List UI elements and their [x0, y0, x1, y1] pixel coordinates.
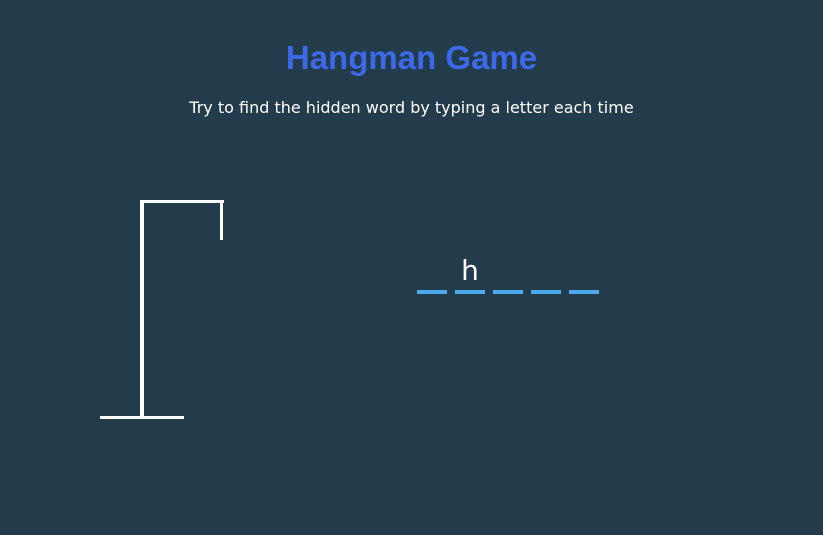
hidden-word: h	[417, 254, 599, 294]
page-title: Hangman Game	[285, 39, 538, 76]
letter-slot	[493, 254, 523, 294]
letter-slot	[531, 254, 561, 294]
instructions-text: Try to find the hidden word by typing a …	[189, 98, 634, 117]
letter-slot	[569, 254, 599, 294]
letter-slot: h	[455, 254, 485, 294]
letter-slot	[417, 254, 447, 294]
gallows-pole	[140, 200, 144, 418]
gallows-beam	[140, 200, 224, 203]
gallows-rope	[220, 200, 223, 240]
